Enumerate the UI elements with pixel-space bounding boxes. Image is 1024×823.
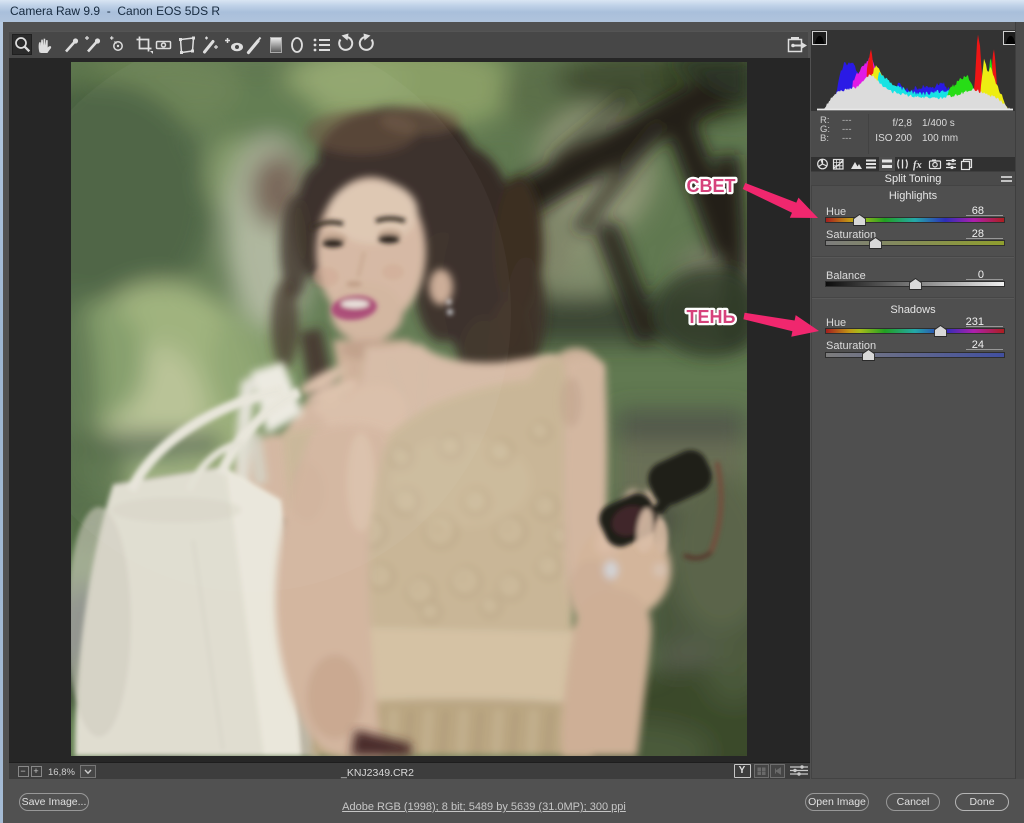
svg-text:fx: fx: [913, 160, 922, 171]
